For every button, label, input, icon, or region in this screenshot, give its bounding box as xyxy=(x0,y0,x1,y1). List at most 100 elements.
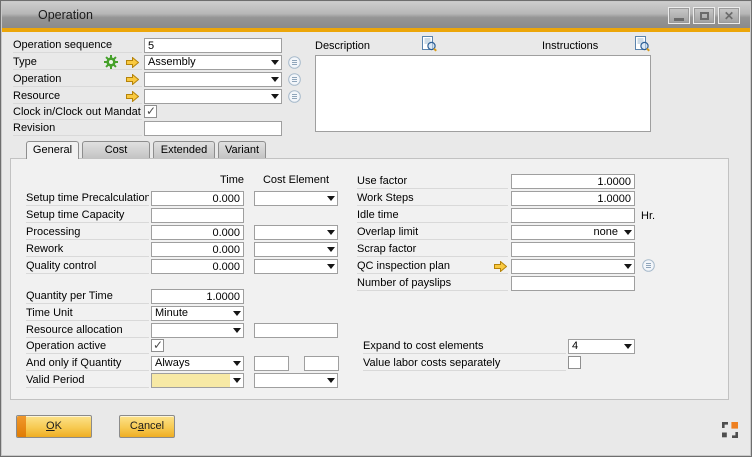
value-labor-costs-separately-checkbox[interactable] xyxy=(568,356,581,369)
time-column-header: Time xyxy=(151,173,244,187)
chevron-down-icon xyxy=(324,260,337,273)
resize-grip-icon[interactable] xyxy=(722,422,738,438)
scrap-factor-input[interactable] xyxy=(511,242,635,257)
quantity-per-time-input[interactable] xyxy=(151,289,244,304)
rework-label: Rework xyxy=(26,242,149,257)
ok-button-label: O xyxy=(46,420,55,432)
chevron-down-icon xyxy=(268,90,281,103)
rework-cost-element-dropdown[interactable] xyxy=(254,242,338,257)
use-factor-label: Use factor xyxy=(357,174,508,189)
overlap-limit-dropdown[interactable]: none xyxy=(511,225,635,240)
chevron-down-icon xyxy=(268,73,281,86)
minimize-icon xyxy=(674,18,684,21)
ok-button[interactable]: OK xyxy=(16,415,92,438)
title-bar[interactable]: Operation ✕ xyxy=(2,2,750,28)
operation-dialog: Operation ✕ Operation sequence Type xyxy=(0,0,752,457)
idle-time-label: Idle time xyxy=(357,208,508,223)
valid-period-second-dropdown[interactable] xyxy=(254,373,338,388)
choose-list-icon[interactable] xyxy=(642,259,655,272)
time-unit-dropdown[interactable]: Minute xyxy=(151,306,244,321)
quality-control-input[interactable] xyxy=(151,259,244,274)
resource-dropdown[interactable] xyxy=(144,89,282,104)
maximize-icon xyxy=(700,12,709,20)
cancel-button-label-rest: ncel xyxy=(144,420,164,432)
setup-time-precalculation-input[interactable] xyxy=(151,191,244,206)
chevron-down-icon xyxy=(268,56,281,69)
accent-stripe xyxy=(2,28,750,32)
instructions-label: Instructions xyxy=(542,39,632,54)
clock-mandatory-checkbox[interactable] xyxy=(144,105,157,118)
overlap-limit-label: Overlap limit xyxy=(357,225,508,240)
idle-time-input[interactable] xyxy=(511,208,635,223)
value-labor-costs-separately-label: Value labor costs separately xyxy=(363,356,566,371)
choose-list-icon[interactable] xyxy=(288,73,301,86)
quality-control-cost-element-dropdown[interactable] xyxy=(254,259,338,274)
type-label: Type xyxy=(13,55,142,70)
clock-mandatory-label: Clock in/Clock out Mandat xyxy=(13,105,142,120)
chevron-down-icon xyxy=(230,324,243,337)
expand-to-cost-elements-dropdown[interactable]: 4 xyxy=(568,339,635,354)
choose-list-icon[interactable] xyxy=(288,56,301,69)
tab-extended[interactable]: Extended xyxy=(153,141,215,158)
expand-editor-icon[interactable] xyxy=(421,36,437,52)
and-only-if-quantity-dropdown[interactable]: Always xyxy=(151,356,244,371)
chevron-down-icon xyxy=(230,307,243,320)
link-arrow-icon[interactable] xyxy=(126,74,139,85)
qc-inspection-plan-dropdown[interactable] xyxy=(511,259,635,274)
rework-input[interactable] xyxy=(151,242,244,257)
resource-label: Resource xyxy=(13,89,142,104)
quantity-from-input[interactable] xyxy=(254,356,289,371)
cost-element-value xyxy=(255,192,324,205)
processing-input[interactable] xyxy=(151,225,244,240)
use-factor-input[interactable] xyxy=(511,174,635,189)
number-of-payslips-input[interactable] xyxy=(511,276,635,291)
type-value: Assembly xyxy=(145,56,268,69)
choose-list-icon[interactable] xyxy=(288,90,301,103)
setup-time-capacity-label: Setup time Capacity xyxy=(26,208,149,223)
quantity-per-time-label: Quantity per Time xyxy=(26,289,149,304)
chevron-down-icon xyxy=(621,260,634,273)
tab-variant[interactable]: Variant xyxy=(218,141,266,158)
minimize-button[interactable] xyxy=(668,7,690,24)
type-dropdown[interactable]: Assembly xyxy=(144,55,282,70)
tab-general[interactable]: General xyxy=(26,141,79,159)
chevron-down-icon xyxy=(621,340,634,353)
operation-dropdown[interactable] xyxy=(144,72,282,87)
default-button-marker xyxy=(17,416,26,437)
resource-allocation-extra-input[interactable] xyxy=(254,323,338,338)
close-icon: ✕ xyxy=(724,10,734,22)
chevron-down-icon xyxy=(621,226,634,239)
resource-allocation-dropdown[interactable] xyxy=(151,323,244,338)
setup-time-precalculation-cost-element-dropdown[interactable] xyxy=(254,191,338,206)
close-button[interactable]: ✕ xyxy=(718,7,740,24)
link-arrow-icon[interactable] xyxy=(126,91,139,102)
qc-inspection-plan-label: QC inspection plan xyxy=(357,259,508,274)
cost-element-value xyxy=(255,226,324,239)
expand-editor-icon[interactable] xyxy=(634,36,650,52)
work-steps-input[interactable] xyxy=(511,191,635,206)
operation-active-checkbox[interactable] xyxy=(151,339,164,352)
revision-input[interactable] xyxy=(144,121,282,136)
chevron-down-icon xyxy=(230,357,243,370)
expand-to-cost-elements-value: 4 xyxy=(569,340,621,353)
tab-cost[interactable]: Cost xyxy=(82,141,150,158)
operation-value xyxy=(145,73,268,86)
link-arrow-icon[interactable] xyxy=(494,261,507,272)
chevron-down-icon xyxy=(230,374,243,387)
link-arrow-icon[interactable] xyxy=(126,57,139,68)
chevron-down-icon xyxy=(324,243,337,256)
quantity-to-input[interactable] xyxy=(304,356,339,371)
time-unit-value: Minute xyxy=(152,307,230,320)
cancel-button[interactable]: Cancel xyxy=(119,415,175,438)
time-unit-label: Time Unit xyxy=(26,306,149,321)
number-of-payslips-label: Number of payslips xyxy=(357,276,508,291)
valid-period-dropdown[interactable] xyxy=(151,373,244,388)
maximize-button[interactable] xyxy=(693,7,715,24)
cancel-button-label: C xyxy=(130,420,138,432)
description-textarea[interactable] xyxy=(315,55,651,132)
cost-element-value xyxy=(255,260,324,273)
setup-time-capacity-input[interactable] xyxy=(151,208,244,223)
gear-icon[interactable] xyxy=(104,55,118,69)
processing-cost-element-dropdown[interactable] xyxy=(254,225,338,240)
operation-sequence-input[interactable] xyxy=(144,38,282,53)
